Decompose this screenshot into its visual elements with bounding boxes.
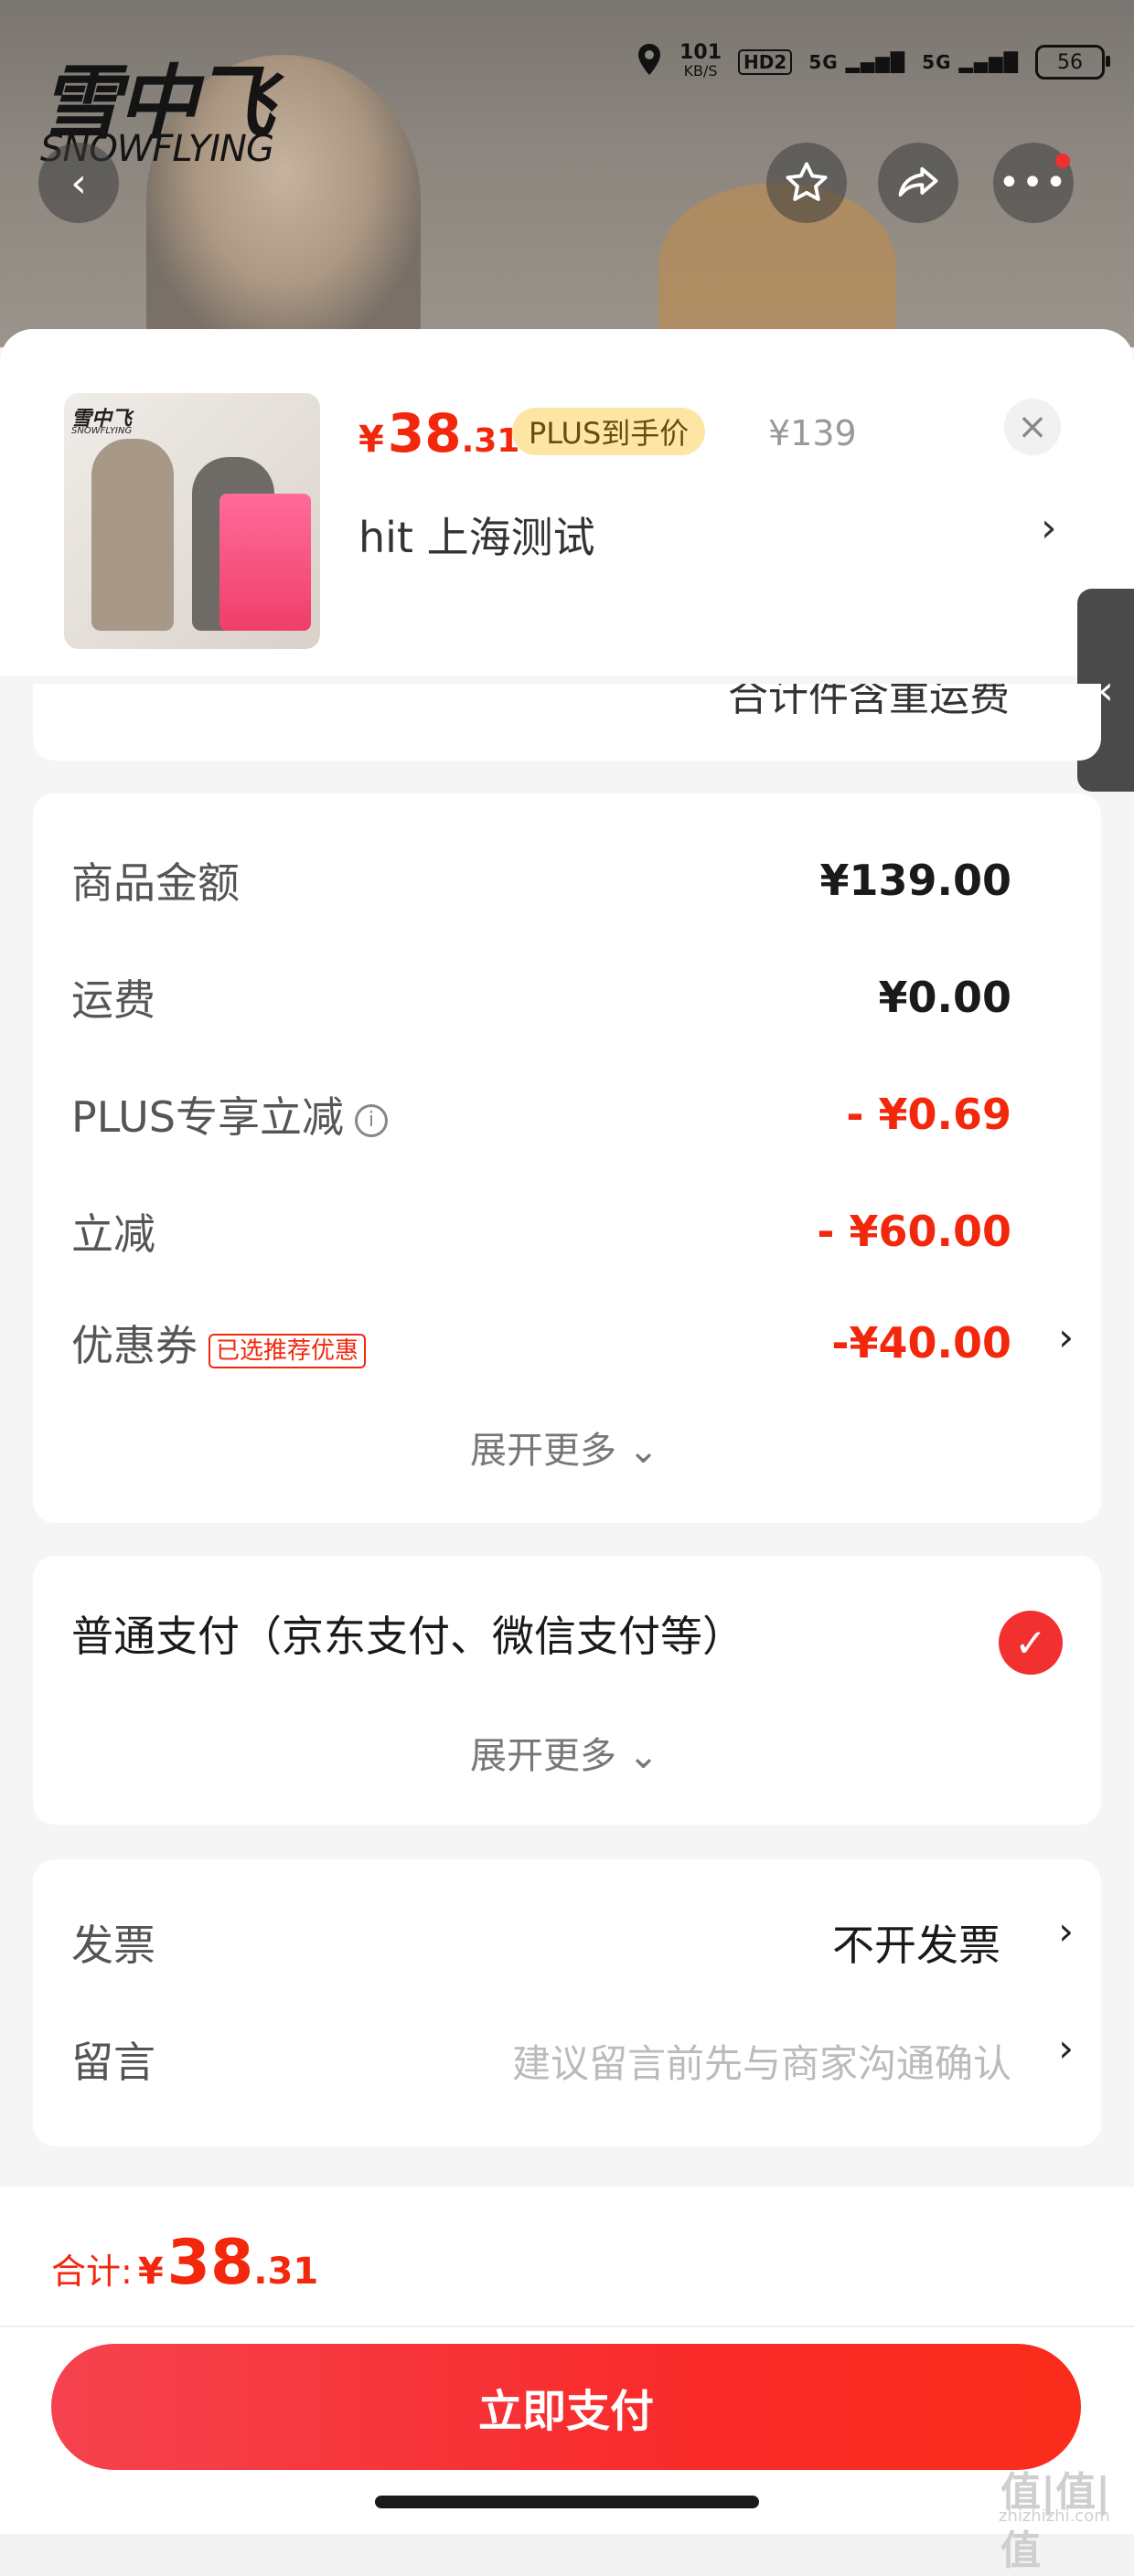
product-thumbnail[interactable]: 雪中飞 SNOWFLYING xyxy=(64,393,320,649)
row-value-coupon[interactable]: -¥40.00 xyxy=(831,1318,1011,1368)
row-label-coupon[interactable]: 优惠券 已选推荐优惠 xyxy=(71,1313,367,1373)
chevron-down-icon: ⌄ xyxy=(627,1430,659,1472)
row-label-instant-discount: 立减 xyxy=(71,1209,155,1259)
invoice-value[interactable]: 不开发票 xyxy=(832,1912,1000,1973)
back-button[interactable]: ‹ xyxy=(38,143,119,223)
row-label-subtotal: 商品金额 xyxy=(71,858,240,908)
share-button[interactable] xyxy=(878,143,958,223)
invoice-message-card: 发票 不开发票 › 留言 建议留言前先与商家沟通确认 › xyxy=(33,1859,1101,2146)
price-summary-card: 商品金额 ¥139.00 运费 ¥0.00 PLUS专享立减 i - ¥0.69 … xyxy=(33,793,1101,1523)
message-input[interactable]: 建议留言前先与商家沟通确认 xyxy=(512,2033,1011,2089)
checkmark-icon[interactable]: ✓ xyxy=(999,1611,1063,1675)
divider xyxy=(0,2326,1134,2327)
chevron-right-icon[interactable]: › xyxy=(1041,505,1057,551)
chevron-right-icon[interactable]: › xyxy=(1058,2026,1074,2070)
payment-method-label[interactable]: 普通支付（京东支付、微信支付等） xyxy=(71,1603,744,1664)
network-speed: 101 KB/S xyxy=(679,41,722,80)
order-total: 合计: ¥ 38 .31 xyxy=(51,2227,319,2299)
chevron-down-icon: ⌄ xyxy=(627,1735,659,1777)
original-price: ¥139 xyxy=(768,413,857,453)
close-icon: × xyxy=(1017,406,1048,448)
signal-icon: 5G ▂▄▆█ xyxy=(808,51,906,73)
close-button[interactable]: × xyxy=(1004,399,1061,455)
location-icon xyxy=(636,42,663,82)
info-icon[interactable]: i xyxy=(354,1103,388,1137)
row-label-shipping: 运费 xyxy=(71,975,155,1025)
more-dots-icon: ••• xyxy=(998,162,1069,204)
shipping-address[interactable]: hit 上海测试 xyxy=(358,505,595,565)
favorite-button[interactable] xyxy=(766,143,847,223)
row-value-subtotal: ¥139.00 xyxy=(819,856,1011,905)
chevron-right-icon[interactable]: › xyxy=(1058,1909,1074,1953)
coupon-tag: 已选推荐优惠 xyxy=(209,1334,367,1368)
notification-dot xyxy=(1055,154,1070,168)
row-label-plus-discount: PLUS专享立减 i xyxy=(71,1084,388,1144)
chevron-right-icon[interactable]: › xyxy=(1058,1315,1074,1359)
more-button[interactable]: ••• xyxy=(993,143,1074,223)
status-bar: 101 KB/S HD2 5G ▂▄▆█ 5G ▂▄▆█ 56 xyxy=(636,41,1110,82)
payment-method-card: 普通支付（京东支付、微信支付等） 展开更多 ⌄ xyxy=(33,1556,1101,1825)
hd-icon: HD2 xyxy=(738,49,793,75)
row-value-plus-discount: - ¥0.69 xyxy=(846,1090,1011,1139)
watermark-url: zhizhizhi.com xyxy=(999,2507,1110,2526)
home-indicator[interactable] xyxy=(375,2496,759,2508)
invoice-label: 发票 xyxy=(71,1921,155,1970)
share-icon xyxy=(898,166,938,197)
expand-more-link[interactable]: 展开更多 ⌄ xyxy=(470,1726,658,1779)
star-icon xyxy=(786,162,828,201)
row-value-instant-discount: - ¥60.00 xyxy=(817,1207,1011,1256)
shipping-card-partial: 合计件含重运费 xyxy=(33,684,1101,761)
product-price: ¥ 38 .31 xyxy=(358,402,520,464)
chevron-left-icon: ‹ xyxy=(70,159,87,207)
pay-now-button[interactable]: 立即支付 xyxy=(51,2344,1081,2470)
message-label: 留言 xyxy=(71,2038,155,2087)
battery-icon: 56 xyxy=(1035,45,1110,80)
row-value-shipping: ¥0.00 xyxy=(878,973,1011,1022)
plus-price-badge: PLUS到手价 xyxy=(512,408,706,455)
expand-more-link[interactable]: 展开更多 ⌄ xyxy=(470,1421,658,1474)
signal-icon-2: 5G ▂▄▆█ xyxy=(922,51,1019,73)
